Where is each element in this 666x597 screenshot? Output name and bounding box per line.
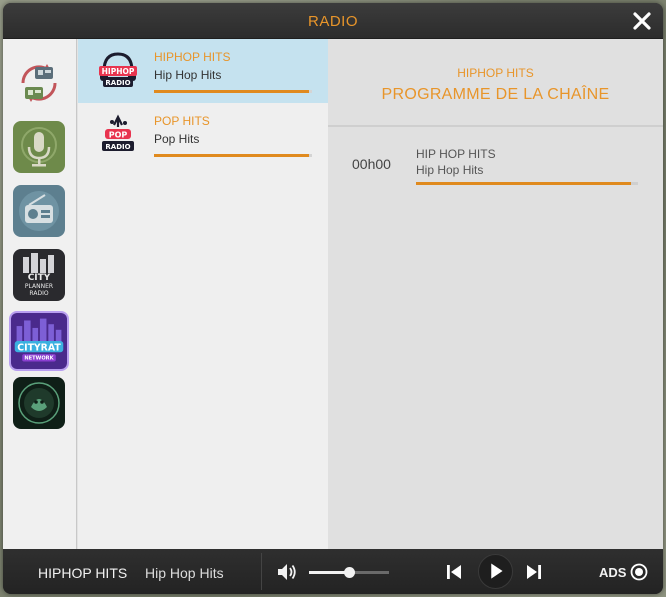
pop-radio-logo-icon: POP RADIO [97, 113, 139, 157]
play-button[interactable] [478, 554, 513, 589]
volume-slider-handle[interactable] [344, 567, 355, 578]
now-playing-subtitle: Hip Hop Hits [145, 565, 224, 581]
volume-button[interactable] [276, 562, 298, 582]
previous-button[interactable] [445, 563, 463, 581]
station-item-pop-hits[interactable]: POP RADIO POP HITS Pop Hits [78, 103, 328, 167]
station-progress-fill [154, 90, 309, 93]
window-title: RADIO [307, 13, 358, 30]
svg-text:RADIO: RADIO [29, 290, 48, 297]
hiphop-radio-logo-icon: HIPHOP RADIO [97, 49, 139, 93]
radio-window: RADIO CITY PLANNER RADIO CITYRAT NETWORK… [3, 3, 663, 594]
station-list: HIPHOP RADIO HIPHOP HITS Hip Hop Hits PO… [78, 39, 328, 549]
station-progress-fill [154, 154, 309, 157]
skip-next-icon [527, 565, 541, 579]
category-microphone[interactable] [13, 121, 65, 173]
station-subtitle: Hip Hop Hits [154, 68, 222, 82]
logo-text-bottom: RADIO [105, 79, 130, 87]
play-icon [491, 563, 503, 579]
station-progress-bar [154, 90, 312, 93]
svg-text:CITY: CITY [28, 273, 51, 283]
program-progress-fill [416, 182, 632, 185]
radio-button-icon [630, 563, 648, 581]
skip-previous-icon [447, 565, 461, 579]
next-button[interactable] [525, 563, 543, 581]
volume-slider-fill [309, 571, 349, 574]
ads-toggle[interactable] [630, 563, 648, 581]
program-time: 00h00 [352, 156, 391, 172]
player-bar: HIPHOP HITS Hip Hop Hits ADS [3, 549, 663, 594]
program-heading: PROGRAMME DE LA CHAÎNE [381, 86, 610, 103]
category-cityrat-network[interactable]: CITYRAT NETWORK [9, 311, 69, 371]
program-progress-bar [416, 182, 638, 185]
svg-text:PLANNER: PLANNER [25, 283, 53, 290]
close-icon [633, 12, 651, 30]
category-dark-emblem[interactable] [13, 377, 65, 429]
title-bar: RADIO [3, 3, 663, 39]
station-name: POP HITS [154, 114, 210, 128]
station-name: HIPHOP HITS [154, 50, 231, 64]
station-progress-bar [154, 154, 312, 157]
logo-text-bottom: RADIO [105, 143, 130, 151]
logo-text-top: POP [109, 131, 128, 140]
category-sidebar: CITY PLANNER RADIO CITYRAT NETWORK [3, 39, 77, 549]
microphone-icon [13, 121, 65, 173]
cityrat-network-icon: CITYRAT NETWORK [11, 313, 67, 369]
volume-slider[interactable] [309, 567, 389, 578]
speaker-icon [278, 564, 296, 580]
logo-text-top: HIPHOP [102, 67, 135, 76]
radio-switch-icon [13, 57, 65, 109]
station-subtitle: Pop Hits [154, 132, 200, 146]
program-entry-subtitle: Hip Hop Hits [416, 163, 484, 177]
ads-label: ADS [599, 565, 627, 580]
category-radio-device[interactable] [13, 185, 65, 237]
program-entry-title: HIP HOP HITS [416, 147, 496, 161]
city-planner-radio-icon: CITY PLANNER RADIO [13, 249, 65, 301]
svg-text:NETWORK: NETWORK [24, 356, 54, 362]
svg-text:CITYRAT: CITYRAT [17, 342, 61, 353]
player-divider [261, 553, 262, 590]
close-button[interactable] [631, 10, 653, 32]
program-panel: HIPHOP HITS PROGRAMME DE LA CHAÎNE 00h00… [328, 39, 663, 549]
program-entry: 00h00 HIP HOP HITS Hip Hop Hits [328, 143, 663, 187]
station-item-hiphop-hits[interactable]: HIPHOP RADIO HIPHOP HITS Hip Hop Hits [78, 39, 328, 103]
now-playing-name: HIPHOP HITS [38, 565, 128, 581]
dark-emblem-icon [13, 377, 65, 429]
category-city-planner-radio[interactable]: CITY PLANNER RADIO [13, 249, 65, 301]
content-area: CITY PLANNER RADIO CITYRAT NETWORK HIPHO… [3, 39, 663, 549]
category-radio-switch[interactable] [13, 57, 65, 109]
radio-device-icon [13, 185, 65, 237]
program-station-name: HIPHOP HITS [457, 66, 534, 80]
program-header: HIPHOP HITS PROGRAMME DE LA CHAÎNE [328, 39, 663, 127]
